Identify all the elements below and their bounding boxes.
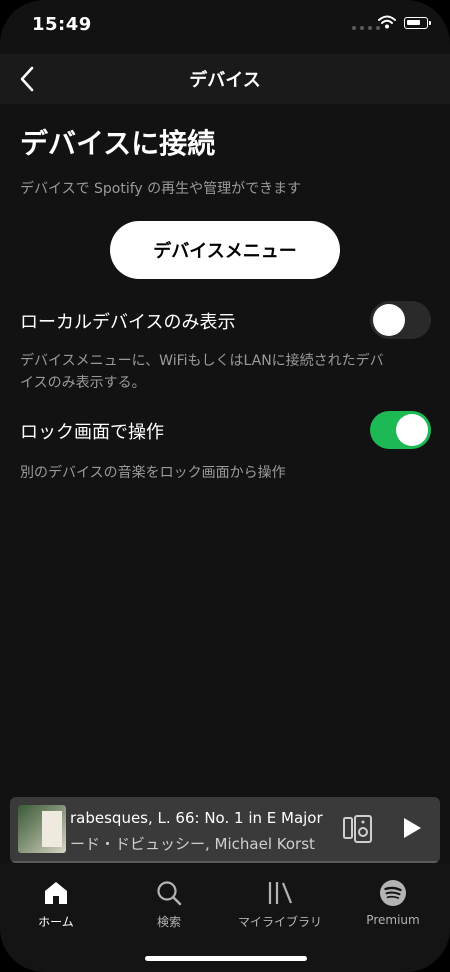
tab-home-label: ホーム (38, 915, 74, 929)
lock-screen-label: ロック画面で操作 (20, 422, 164, 443)
app-screen: 15:49 デバイス デバイスに接続 デバイスで Spotify の再生や管理が… (0, 0, 450, 972)
section-description: デバイスで Spotify の再生や管理ができます (20, 181, 302, 197)
local-devices-only-toggle[interactable] (370, 301, 431, 339)
library-icon (268, 882, 293, 904)
local-devices-help-line2: イスのみ表示する。 (20, 375, 146, 391)
lock-screen-help: 別のデバイスの音楽をロック画面から操作 (20, 465, 286, 481)
track-title: rabesques, L. 66: No. 1 in E Major (70, 809, 323, 827)
track-artist: ード・ドビュッシー, Michael Korst (70, 835, 315, 853)
album-art (18, 805, 66, 853)
tab-home[interactable]: ホーム (0, 879, 112, 930)
spotify-icon (380, 880, 406, 906)
local-devices-help: デバイスメニューに、WiFiもしくはLANに接続されたデバ イスのみ表示する。 (20, 350, 384, 394)
wifi-icon (378, 15, 396, 29)
cellular-signal-icon (352, 26, 380, 30)
tab-library[interactable]: マイライブラリ (224, 879, 336, 930)
tab-premium-label: Premium (366, 913, 420, 927)
lock-screen-toggle[interactable] (370, 411, 431, 449)
play-icon[interactable] (402, 817, 422, 839)
home-indicator (145, 956, 307, 961)
tab-search[interactable]: 検索 (113, 879, 225, 930)
tab-search-label: 検索 (156, 915, 181, 929)
toggle-knob (373, 304, 405, 336)
tab-premium[interactable]: Premium (337, 879, 449, 927)
track-info: rabesques, L. 66: No. 1 in E Major ード・ドビ… (70, 805, 326, 855)
status-time: 15:49 (32, 14, 92, 35)
local-devices-help-line1: デバイスメニューに、WiFiもしくはLANに接続されたデバ (20, 353, 384, 369)
nav-bar: デバイス (0, 54, 450, 104)
page-title: デバイス (189, 70, 261, 91)
connect-device-icon[interactable] (343, 815, 373, 843)
device-menu-button[interactable]: デバイスメニュー (110, 221, 340, 279)
section-heading: デバイスに接続 (20, 127, 216, 160)
tab-library-label: マイライブラリ (237, 915, 322, 929)
status-bar: 15:49 (0, 0, 450, 54)
home-icon (45, 882, 67, 904)
mini-player[interactable]: rabesques, L. 66: No. 1 in E Major ード・ドビ… (10, 797, 440, 863)
toggle-knob (396, 414, 428, 446)
search-icon (157, 881, 182, 906)
local-devices-only-label: ローカルデバイスのみ表示 (20, 312, 236, 333)
battery-icon (404, 17, 431, 29)
